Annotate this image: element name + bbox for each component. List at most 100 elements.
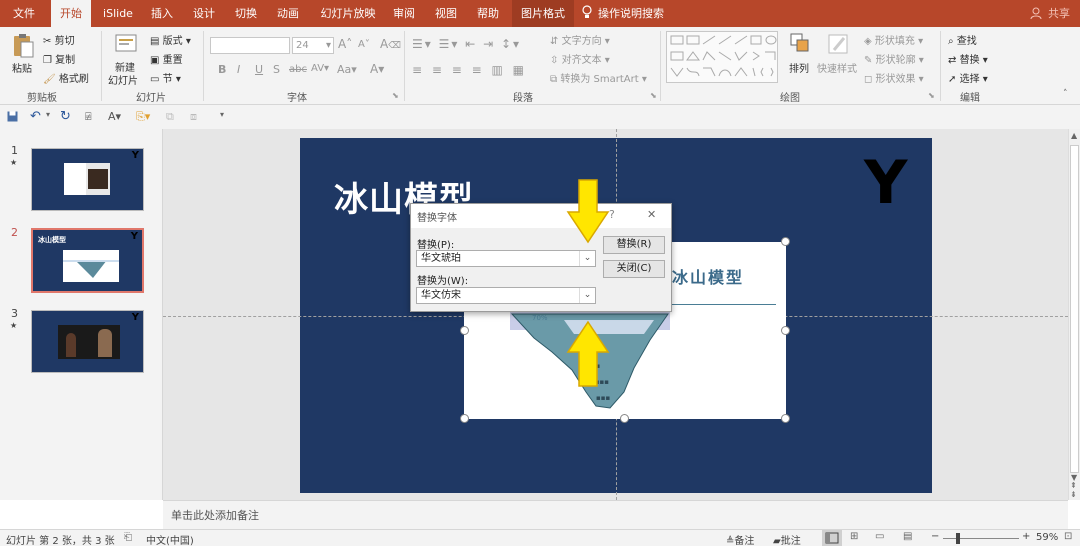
tab-transitions[interactable]: 切换 (228, 0, 264, 27)
notes-pane[interactable]: 单击此处添加备注 (163, 500, 1068, 529)
dialog-launcher-icon[interactable]: ⬊ (650, 91, 657, 100)
tab-design[interactable]: 设计 (186, 0, 222, 27)
spellcheck-icon[interactable]: ⎗ (124, 532, 132, 543)
shape-effects-button[interactable]: ◻ 形状效果 ▾ (864, 70, 924, 85)
slide-corner-letter[interactable]: Y (864, 148, 907, 218)
chevron-down-icon[interactable]: ▾ (46, 110, 50, 119)
zoom-slider-thumb[interactable] (956, 533, 960, 544)
font-color-qat-icon[interactable]: A▾ (108, 110, 121, 123)
text-direction-button[interactable]: ⇵ 文字方向 ▾ (550, 32, 610, 47)
highlight-icon[interactable]: ⎘▾ (136, 110, 150, 124)
format-painter-button[interactable]: 🖌 格式刷 (43, 70, 89, 85)
shape-fill-button[interactable]: ◈ 形状填充 ▾ (864, 32, 923, 47)
paste-button[interactable]: 粘贴 (12, 60, 32, 75)
close-button[interactable]: 关闭(C) (603, 260, 665, 278)
list-buttons[interactable]: ☰▾ ☰▾ ⇤ ⇥ ↕▾ (412, 37, 521, 51)
smartart-button[interactable]: ⧉ 转换为 SmartArt ▾ (550, 70, 647, 85)
presenter-icon[interactable]: ⍯ (85, 110, 92, 124)
char-spacing-button[interactable]: AV▾ (311, 63, 329, 74)
dialog-launcher-icon[interactable]: ⬊ (392, 91, 399, 100)
replace-font-select[interactable]: 华文琥珀 ⌄ (416, 250, 596, 267)
fit-to-window-icon[interactable]: ⊡ (1064, 531, 1072, 542)
tab-islide[interactable]: iSlide (96, 0, 140, 27)
bold-button[interactable]: B (218, 63, 226, 76)
next-slide-icon[interactable]: ⇟ (1070, 491, 1077, 499)
previous-slide-icon[interactable]: ⇞ (1070, 482, 1077, 490)
tell-me-search[interactable]: 操作说明搜索 (598, 0, 666, 27)
customize-qat-icon[interactable]: ▾ (220, 110, 224, 119)
dialog-launcher-icon[interactable]: ⬊ (928, 91, 935, 100)
tab-insert[interactable]: 插入 (144, 0, 180, 27)
comments-toggle[interactable]: ▰批注 (773, 532, 801, 547)
save-icon[interactable] (7, 111, 18, 122)
tab-view[interactable]: 视图 (430, 0, 462, 27)
shrink-font-button[interactable]: A˅ (358, 39, 370, 50)
zoom-slider[interactable] (943, 538, 1019, 539)
normal-view-icon[interactable] (822, 530, 842, 546)
scroll-up-icon[interactable]: ▲ (1071, 131, 1077, 140)
tab-animations[interactable]: 动画 (270, 0, 306, 27)
redo-icon[interactable]: ↻ (60, 109, 71, 124)
new-slide-icon[interactable] (114, 32, 138, 56)
shapes-gallery[interactable] (666, 31, 778, 83)
grow-font-button[interactable]: A˄ (338, 37, 352, 51)
slide-thumbnail-1[interactable]: Y (31, 148, 144, 211)
quick-styles-icon[interactable] (826, 32, 850, 56)
tab-help[interactable]: 帮助 (472, 0, 504, 27)
new-slide-line2[interactable]: 幻灯片 (108, 72, 138, 87)
slide-thumbnail-3[interactable]: Y (31, 310, 144, 373)
layout-button[interactable]: ▤ 版式 ▾ (150, 32, 191, 47)
slide-thumbnail-2[interactable]: 冰山模型 Y (31, 228, 144, 293)
share-button[interactable]: 共享 (1044, 0, 1074, 27)
italic-button[interactable]: I (237, 63, 240, 76)
replace-button[interactable]: 替换(R) (603, 236, 665, 254)
font-name-input[interactable] (210, 37, 290, 54)
notes-toggle[interactable]: ≜备注 (726, 532, 754, 547)
align-text-button[interactable]: ⇳ 对齐文本 ▾ (550, 51, 610, 66)
cut-button[interactable]: ✂ 剪切 (43, 32, 75, 47)
font-color-button[interactable]: A▾ (370, 62, 384, 76)
paste-icon[interactable] (12, 33, 34, 59)
scrollbar-thumb[interactable] (1070, 145, 1079, 473)
slide-sorter-icon[interactable]: ⊞ (850, 531, 858, 542)
font-size-input[interactable]: 24 ▾ (292, 37, 334, 54)
replace-with-font-select[interactable]: 华文仿宋 ⌄ (416, 287, 596, 304)
zoom-in-button[interactable]: + (1022, 531, 1030, 542)
group-icon[interactable]: ⧉ (166, 110, 174, 124)
arrange-button[interactable]: 排列 (789, 60, 809, 75)
tab-slideshow[interactable]: 幻灯片放映 (314, 0, 382, 27)
resize-handle[interactable] (781, 326, 790, 335)
copy-button[interactable]: ❐ 复制 (43, 51, 75, 66)
select-button[interactable]: ➚ 选择 ▾ (948, 70, 988, 85)
resize-handle[interactable] (781, 237, 790, 246)
resize-handle[interactable] (620, 414, 629, 423)
section-button[interactable]: ▭ 节 ▾ (150, 70, 181, 85)
clear-format-button[interactable]: A⌫ (380, 37, 401, 51)
resize-handle[interactable] (781, 414, 790, 423)
notes-placeholder[interactable]: 单击此处添加备注 (171, 507, 259, 523)
shadow-button[interactable]: S (273, 63, 280, 76)
arrange-icon[interactable] (789, 32, 811, 54)
language-indicator[interactable]: 中文(中国) (146, 532, 194, 547)
zoom-out-button[interactable]: − (931, 531, 939, 542)
tab-file[interactable]: 文件 (4, 0, 44, 27)
reading-view-icon[interactable]: ▭ (875, 531, 884, 542)
shape-outline-button[interactable]: ✎ 形状轮廓 ▾ (864, 51, 924, 66)
align-buttons[interactable]: ≡ ≡ ≡ ≡ ▥ ▦ (412, 63, 527, 77)
ungroup-icon[interactable]: ⧈ (190, 110, 197, 124)
tab-review[interactable]: 审阅 (388, 0, 420, 27)
zoom-level[interactable]: 59% (1036, 532, 1058, 543)
find-button[interactable]: ⌕ 查找 (948, 32, 977, 47)
replace-button[interactable]: ⇄ 替换 ▾ (948, 51, 988, 66)
vertical-scrollbar[interactable]: ▲ ▼ ⇞ ⇟ (1068, 129, 1080, 500)
change-case-button[interactable]: Aa▾ (337, 63, 357, 76)
underline-button[interactable]: U (255, 63, 263, 76)
quick-styles-button[interactable]: 快速样式 (817, 60, 857, 75)
collapse-ribbon-icon[interactable]: ˄ (1063, 89, 1068, 99)
strikethrough-button[interactable]: abc (289, 64, 307, 75)
close-icon[interactable]: ✕ (647, 208, 656, 221)
tab-home[interactable]: 开始 (51, 0, 91, 27)
reset-button[interactable]: ▣ 重置 (150, 51, 183, 66)
resize-handle[interactable] (460, 326, 469, 335)
tab-picture-format[interactable]: 图片格式 (512, 0, 574, 27)
